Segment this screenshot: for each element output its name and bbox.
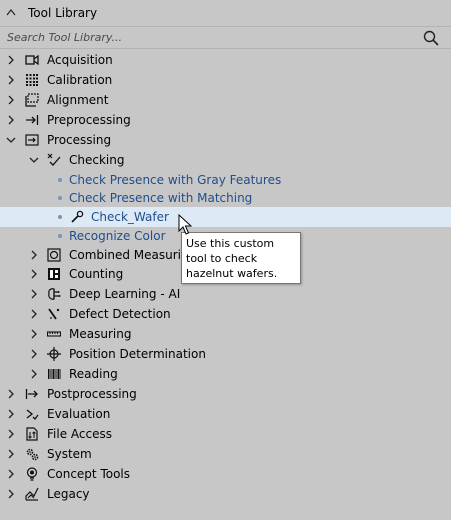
bullet-icon [58, 196, 62, 200]
chevron-right-icon[interactable] [29, 289, 39, 299]
tree-item-label: Checking [69, 153, 125, 167]
crosshair-icon [47, 347, 61, 361]
tree-item-label: Combined Measuring [69, 248, 197, 262]
tree-item-defect-detection[interactable]: Defect Detection [0, 304, 451, 324]
tree-item-label: Measuring [69, 327, 132, 341]
tree-item-evaluation[interactable]: Evaluation [0, 404, 451, 424]
mouse-pointer-icon [178, 214, 192, 235]
chevron-right-icon[interactable] [6, 449, 16, 459]
dot-grid-icon [26, 74, 38, 86]
panel-title: Tool Library [28, 6, 98, 20]
tree-item-label: Deep Learning - AI [69, 287, 181, 301]
tree-item-label: Reading [69, 367, 118, 381]
evaluation-icon [26, 409, 39, 420]
counting-icon [48, 268, 60, 280]
chevron-right-icon[interactable] [29, 349, 39, 359]
chevron-right-icon[interactable] [6, 95, 16, 105]
bullet-icon [58, 234, 62, 238]
chevron-right-icon[interactable] [29, 309, 39, 319]
tree-item-label: Check_Wafer [91, 210, 169, 224]
tree-item-check-presence-matching[interactable]: Check Presence with Matching [0, 188, 451, 208]
file-io-icon [26, 427, 38, 441]
alignment-icon [25, 93, 39, 107]
tree-item-label: File Access [47, 427, 112, 441]
tooltip: Use this custom tool to check hazelnut w… [181, 232, 301, 284]
defect-icon [48, 308, 60, 320]
chevron-down-icon[interactable] [29, 155, 39, 165]
process-arrow-icon [25, 134, 39, 146]
chevron-down-icon[interactable] [6, 135, 16, 145]
wrench-icon [71, 210, 84, 223]
tree-item-label: Check Presence with Matching [69, 191, 253, 205]
camera-icon [25, 54, 39, 66]
tree-item-concept-tools[interactable]: Concept Tools [0, 464, 451, 484]
chevron-right-icon[interactable] [29, 269, 39, 279]
tree-item-label: System [47, 447, 92, 461]
bullet-icon [58, 215, 62, 219]
lightbulb-icon [26, 467, 38, 481]
tree-item-postprocessing[interactable]: Postprocessing [0, 384, 451, 404]
search-input[interactable] [0, 27, 400, 48]
tree-item-label: Defect Detection [69, 307, 171, 321]
chevron-right-icon[interactable] [29, 369, 39, 379]
tree-item-system[interactable]: System [0, 444, 451, 464]
panel-header[interactable]: Tool Library [0, 0, 451, 26]
bar-arrow-icon [25, 389, 38, 399]
tree-item-measuring[interactable]: Measuring [0, 324, 451, 344]
combined-measure-icon [47, 248, 61, 262]
tree-item-label: Evaluation [47, 407, 111, 421]
tree-item-label: Check Presence with Gray Features [69, 173, 282, 187]
tree-item-position-determination[interactable]: Position Determination [0, 344, 451, 364]
checking-icon [47, 153, 61, 166]
collapse-caret-icon[interactable] [6, 8, 20, 19]
tree-item-checking[interactable]: Checking [0, 150, 451, 170]
tree-item-label: Postprocessing [47, 387, 137, 401]
tree-item-label: Counting [69, 267, 124, 281]
chevron-right-icon[interactable] [6, 429, 16, 439]
tree-item-check-presence-gray[interactable]: Check Presence with Gray Features [0, 170, 451, 190]
chevron-right-icon[interactable] [6, 389, 16, 399]
tree-item-reading[interactable]: Reading [0, 364, 451, 384]
tree-item-preprocessing[interactable]: Preprocessing [0, 110, 451, 130]
tree-item-deep-learning[interactable]: Deep Learning - AI [0, 284, 451, 304]
chevron-right-icon[interactable] [6, 469, 16, 479]
ruler-icon [47, 331, 61, 337]
chevron-right-icon[interactable] [6, 409, 16, 419]
bullet-icon [58, 178, 62, 182]
search-icon[interactable] [423, 30, 439, 46]
barcode-icon [48, 369, 61, 379]
tree-item-label: Preprocessing [47, 113, 131, 127]
tree-item-label: Processing [47, 133, 112, 147]
gears-icon [26, 448, 39, 461]
chevron-right-icon[interactable] [6, 489, 16, 499]
tree-item-processing[interactable]: Processing [0, 130, 451, 150]
tree-item-alignment[interactable]: Alignment [0, 90, 451, 110]
tree-item-check-wafer[interactable]: Check_Wafer [0, 207, 451, 227]
tree-item-label: Position Determination [69, 347, 206, 361]
tree-item-label: Calibration [47, 73, 113, 87]
chevron-right-icon[interactable] [29, 329, 39, 339]
tree-item-label: Recognize Color [69, 229, 166, 243]
tree-item-calibration[interactable]: Calibration [0, 70, 451, 90]
tree-item-label: Acquisition [47, 53, 113, 67]
tree-item-file-access[interactable]: File Access [0, 424, 451, 444]
tree-item-label: Legacy [47, 487, 90, 501]
chevron-right-icon[interactable] [6, 115, 16, 125]
chevron-right-icon[interactable] [6, 55, 16, 65]
search-bar [0, 26, 451, 49]
tree-item-legacy[interactable]: Legacy [0, 484, 451, 504]
tree-item-acquisition[interactable]: Acquisition [0, 50, 451, 70]
tree-item-label: Concept Tools [47, 467, 131, 481]
tree-item-label: Alignment [47, 93, 109, 107]
brain-icon [48, 288, 61, 300]
chevron-right-icon[interactable] [29, 250, 39, 260]
chevron-right-icon[interactable] [6, 75, 16, 85]
legacy-icon [25, 487, 39, 501]
arrow-bar-icon [26, 115, 39, 125]
